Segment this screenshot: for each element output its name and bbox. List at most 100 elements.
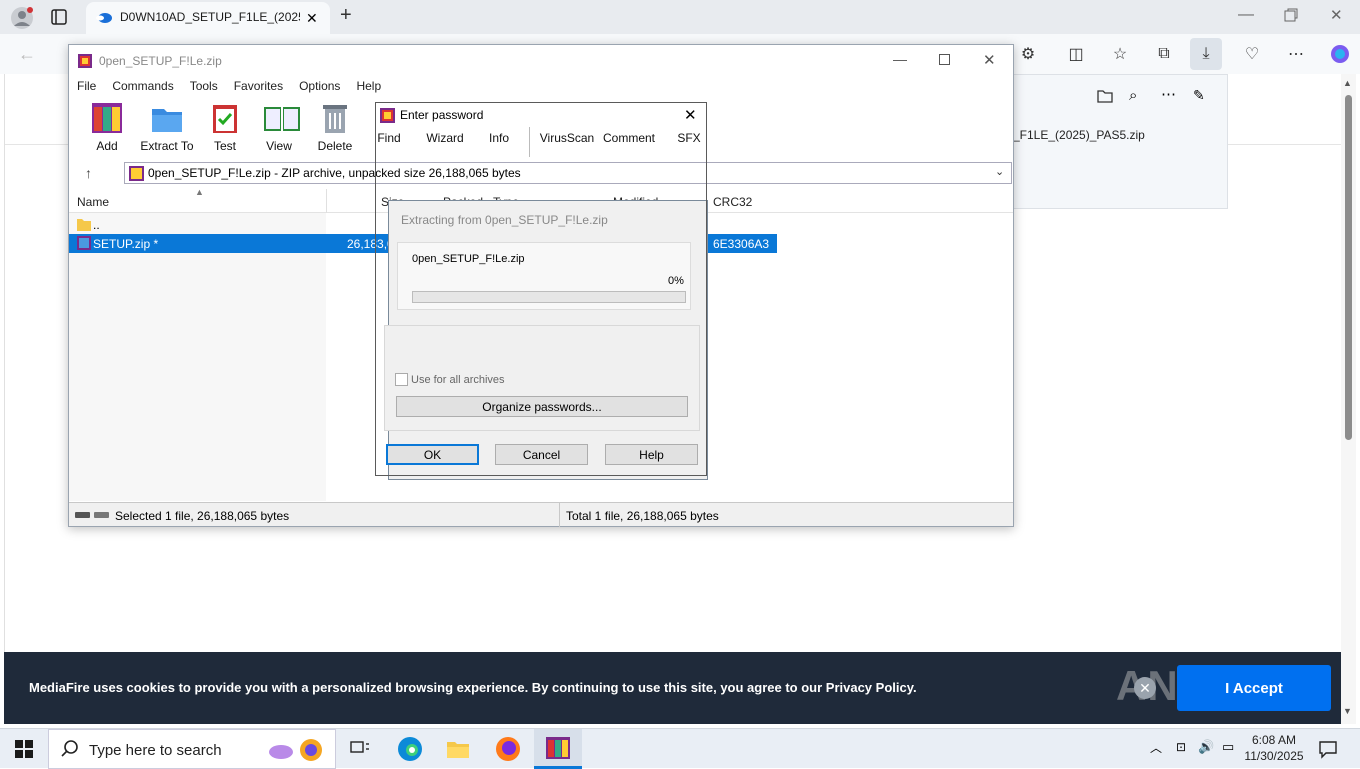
tool-test-label: Test xyxy=(213,139,236,153)
password-options-panel: Use for all archives Organize passwords.… xyxy=(384,325,700,431)
cookie-bar: MediaFire uses cookies to provide you wi… xyxy=(4,652,1341,724)
view-book-icon xyxy=(262,101,300,135)
password-close-icon[interactable]: ✕ xyxy=(684,106,697,124)
back-icon[interactable]: ← xyxy=(18,44,36,65)
tray-battery-icon[interactable]: ▭ xyxy=(1222,739,1234,755)
browser-titlebar: D0WN10AD_SETUP_F1LE_(2025)_PAS5.zip ✕ + … xyxy=(0,0,1360,34)
menu-help[interactable]: Help xyxy=(348,77,389,97)
copilot-icon[interactable] xyxy=(1324,38,1356,70)
col-divider xyxy=(326,189,327,213)
zip-file-icon xyxy=(77,236,91,250)
scroll-thumb[interactable] xyxy=(1345,95,1352,440)
add-archive-icon xyxy=(90,101,124,135)
accept-cookies-button[interactable]: I Accept xyxy=(1177,665,1331,711)
tool-view[interactable]: View xyxy=(249,101,309,153)
password-titlebar: Enter password ✕ xyxy=(376,103,706,127)
browser-tab[interactable]: D0WN10AD_SETUP_F1LE_(2025)_PAS5.zip ✕ xyxy=(86,2,330,34)
tool-add[interactable]: Add xyxy=(77,101,137,153)
organize-passwords-button[interactable]: Organize passwords... xyxy=(396,396,688,417)
row-name: SETUP.zip * xyxy=(93,237,159,251)
tray-volume-icon[interactable]: 🔊 xyxy=(1198,739,1214,755)
up-folder-icon[interactable]: ↑ xyxy=(85,165,92,181)
winrar-titlebar: 0pen_SETUP_F!Le.zip — ✕ xyxy=(69,45,1013,77)
row-crc: 6E3306A3 xyxy=(713,237,770,251)
taskbar-clock[interactable]: 6:08 AM 11/30/2025 xyxy=(1244,732,1304,764)
search-downloads-icon[interactable]: ⌕ xyxy=(1129,87,1137,104)
profile-icon[interactable] xyxy=(10,6,34,30)
notification-icon[interactable] xyxy=(1318,739,1338,759)
tab-title: D0WN10AD_SETUP_F1LE_(2025)_PAS5.zip xyxy=(120,10,300,24)
tool-delete[interactable]: Delete xyxy=(305,101,365,153)
help-button[interactable]: Help xyxy=(605,444,698,465)
tool-delete-label: Delete xyxy=(317,139,353,153)
tool-add-label: Add xyxy=(96,139,118,153)
split-screen-icon[interactable]: ◫ xyxy=(1060,38,1092,70)
cancel-button[interactable]: Cancel xyxy=(495,444,588,465)
extensions-icon[interactable]: ⚙ xyxy=(1012,38,1044,70)
path-dropdown-icon[interactable]: ⌄ xyxy=(995,165,1004,178)
search-icon xyxy=(61,739,79,757)
mediafire-icon xyxy=(96,11,112,25)
row-name: .. xyxy=(93,218,100,232)
winrar-maximize-icon[interactable] xyxy=(939,54,950,65)
clock-date: 11/30/2025 xyxy=(1244,749,1304,763)
ok-button[interactable]: OK xyxy=(386,444,479,465)
menu-options[interactable]: Options xyxy=(291,77,348,97)
drive-icon xyxy=(74,509,110,521)
favorites-icon[interactable]: ☆ xyxy=(1104,38,1136,70)
close-cookie-icon[interactable]: ✕ xyxy=(1134,677,1156,699)
tool-extract-label: Extract To xyxy=(140,139,194,153)
file-explorer-icon[interactable] xyxy=(434,729,482,769)
menu-favorites[interactable]: Favorites xyxy=(226,77,291,97)
winrar-close-icon[interactable]: ✕ xyxy=(983,51,996,69)
firefox-icon[interactable] xyxy=(484,729,532,769)
taskbar-search[interactable]: Type here to search xyxy=(48,729,336,769)
downloads-panel: ⌕ ⋯ ✎ _F1LE_(2025)_PAS5.zip xyxy=(1012,74,1228,209)
close-window-icon[interactable]: ✕ xyxy=(1330,6,1343,24)
restore-icon[interactable] xyxy=(1284,8,1298,22)
tool-extract[interactable]: Extract To xyxy=(137,101,197,153)
tray-network-icon[interactable]: ⊡ xyxy=(1176,740,1186,754)
winrar-menubar: File Commands Tools Favorites Options He… xyxy=(69,77,1013,97)
password-title: Enter password xyxy=(400,108,484,122)
tool-test[interactable]: Test xyxy=(195,101,255,153)
scroll-up-icon[interactable]: ▲ xyxy=(1343,78,1352,88)
taskbar: Type here to search ︿ ⊡ 🔊 ▭ 6:08 AM 11/3… xyxy=(0,728,1360,769)
new-tab-icon[interactable]: + xyxy=(340,4,352,27)
minimize-icon[interactable]: — xyxy=(1238,6,1254,24)
tab-close-icon[interactable]: ✕ xyxy=(306,10,318,27)
menu-tools[interactable]: Tools xyxy=(182,77,226,97)
tool-view-label: View xyxy=(266,139,292,153)
extract-folder-icon xyxy=(150,101,184,135)
open-folder-icon[interactable] xyxy=(1097,89,1113,103)
downloads-icon[interactable]: ⤓ xyxy=(1190,38,1222,70)
start-button[interactable] xyxy=(0,729,48,769)
menu-commands[interactable]: Commands xyxy=(104,77,181,97)
winrar-minimize-icon[interactable]: — xyxy=(893,51,907,67)
search-highlight-icon xyxy=(267,736,327,764)
collections-icon[interactable]: ⧉ xyxy=(1148,38,1180,70)
workspaces-icon[interactable] xyxy=(50,8,68,26)
archive-icon xyxy=(129,166,144,181)
col-name[interactable]: Name xyxy=(77,195,109,209)
cookie-text: MediaFire uses cookies to provide you wi… xyxy=(29,680,917,695)
password-app-icon xyxy=(380,108,395,123)
col-crc[interactable]: CRC32 xyxy=(713,195,752,209)
more-icon[interactable]: ⋯ xyxy=(1280,38,1312,70)
edge-taskbar-icon[interactable] xyxy=(386,729,434,769)
menu-file[interactable]: File xyxy=(69,77,104,97)
use-for-all-label: Use for all archives xyxy=(411,374,505,386)
downloads-more-icon[interactable]: ⋯ xyxy=(1161,85,1176,103)
winrar-taskbar-icon[interactable] xyxy=(534,729,582,769)
download-item-name[interactable]: _F1LE_(2025)_PAS5.zip xyxy=(1013,128,1145,142)
winrar-title: 0pen_SETUP_F!Le.zip xyxy=(99,54,222,68)
tray-chevron-icon[interactable]: ︿ xyxy=(1150,739,1162,756)
password-dialog: Enter password ✕ Use for all archives Or… xyxy=(375,102,707,476)
use-for-all-checkbox[interactable] xyxy=(395,373,408,386)
task-view-icon[interactable] xyxy=(336,729,384,769)
status-total: Total 1 file, 26,188,065 bytes xyxy=(566,509,719,523)
delete-trash-icon xyxy=(318,101,352,135)
pin-icon[interactable]: ✎ xyxy=(1193,87,1205,104)
scroll-down-icon[interactable]: ▼ xyxy=(1343,706,1352,716)
browser-essentials-icon[interactable]: ♡ xyxy=(1236,38,1268,70)
